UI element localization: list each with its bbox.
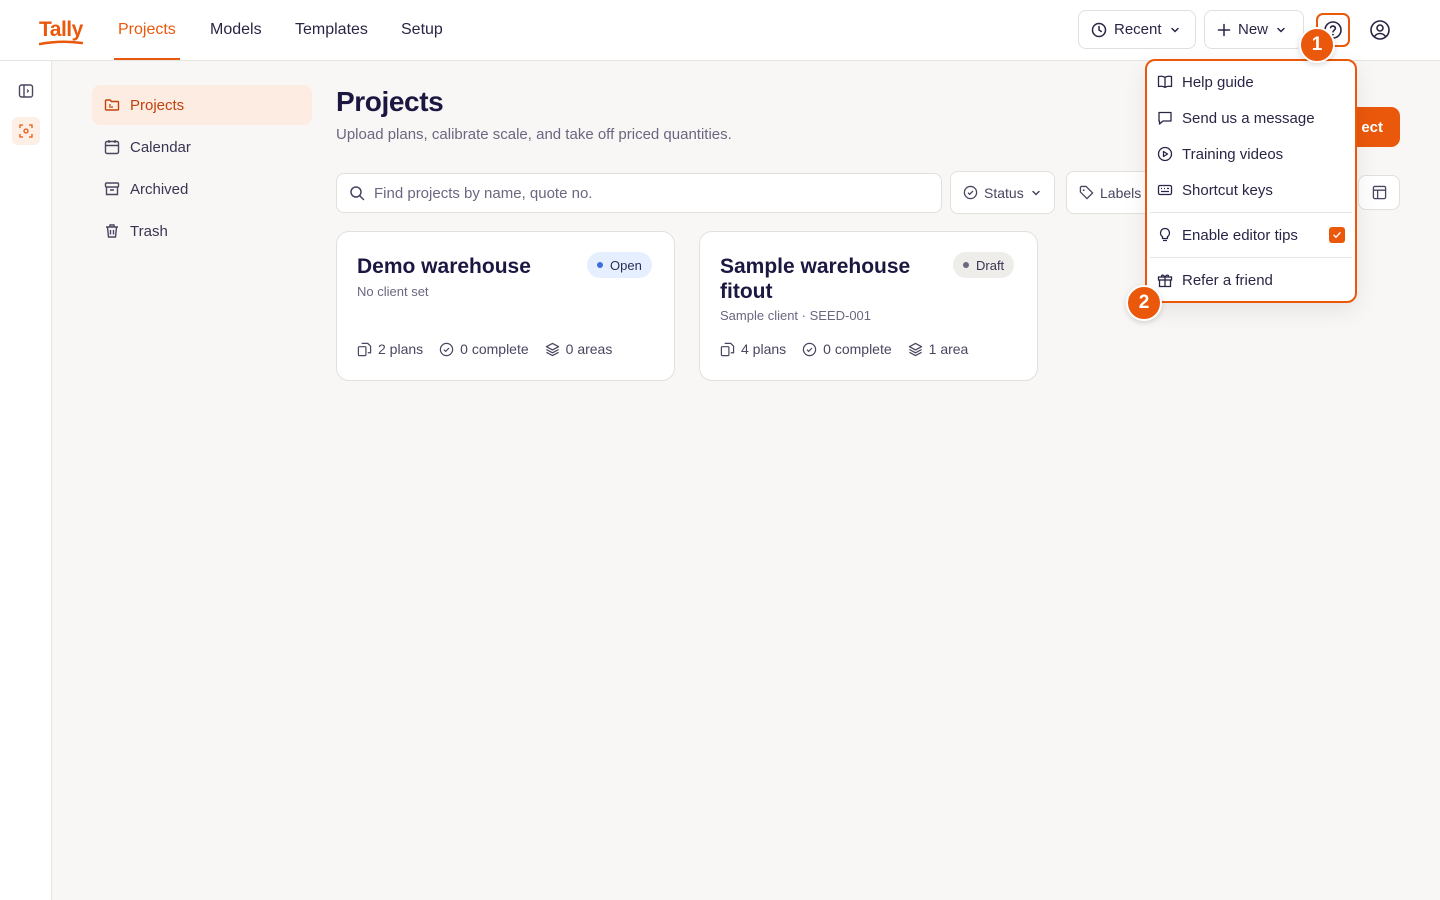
menu-item-shortcut-keys[interactable]: Shortcut keys — [1157, 173, 1345, 207]
account-button[interactable] — [1366, 16, 1394, 44]
labels-filter-label: Labels — [1100, 184, 1142, 201]
project-client: No client set — [357, 284, 429, 299]
book-icon — [1157, 75, 1173, 89]
sidebar-item-label: Trash — [130, 222, 168, 240]
project-card[interactable]: Sample warehouse fitout Draft Sample cli… — [699, 231, 1038, 381]
lightbulb-icon — [1159, 227, 1171, 242]
plans-icon — [357, 342, 372, 356]
check-circle-icon — [439, 342, 454, 356]
top-bar: Tally Projects Models Templates Setup Re… — [0, 0, 1440, 61]
sidebar-item-label: Calendar — [130, 138, 191, 156]
search-input[interactable] — [374, 184, 914, 202]
tag-icon — [1079, 185, 1094, 200]
status-dot — [597, 262, 603, 268]
user-circle-icon — [1370, 20, 1390, 40]
menu-item-help-guide[interactable]: Help guide — [1157, 65, 1345, 99]
sidebar-item-label: Projects — [130, 96, 185, 114]
project-stats: 2 plans 0 complete 0 areas — [357, 341, 612, 357]
clock-icon — [1091, 22, 1107, 37]
complete-count: 0 complete — [460, 341, 529, 357]
sidebar-item-projects[interactable]: Projects — [92, 85, 312, 125]
recent-label: Recent — [1114, 21, 1162, 38]
project-search[interactable] — [336, 173, 942, 213]
check-circle-icon — [802, 342, 817, 356]
status-filter-button[interactable]: Status — [950, 171, 1055, 214]
chevron-down-icon — [1031, 190, 1040, 196]
menu-item-label: Send us a message — [1182, 109, 1315, 127]
status-label: Draft — [976, 257, 1005, 273]
sidebar-item-trash[interactable]: Trash — [92, 211, 312, 251]
menu-item-label: Training videos — [1182, 145, 1284, 163]
takeoff-rail-button[interactable] — [12, 117, 40, 145]
new-label: New — [1238, 21, 1269, 38]
play-circle-icon — [1157, 146, 1173, 162]
layout-view-button[interactable] — [1358, 175, 1400, 210]
plans-count: 4 plans — [741, 341, 787, 357]
project-title: Demo warehouse — [357, 255, 531, 278]
menu-item-label: Help guide — [1182, 73, 1254, 91]
app-logo[interactable]: Tally — [39, 18, 83, 42]
menu-item-label: Refer a friend — [1182, 271, 1273, 289]
scan-icon — [19, 124, 33, 138]
project-title: Sample warehouse fitout — [720, 255, 911, 303]
menu-item-label: Shortcut keys — [1182, 181, 1273, 199]
gift-icon — [1157, 274, 1173, 288]
tab-templates[interactable]: Templates — [291, 0, 372, 60]
keyboard-icon — [1157, 184, 1173, 196]
table-layout-icon — [1372, 185, 1386, 200]
logo-underline — [39, 40, 83, 46]
help-menu: Help guide Send us a message Training vi… — [1145, 59, 1357, 303]
status-badge: Open — [587, 252, 652, 278]
project-card[interactable]: Demo warehouse Open No client set 2 plan… — [336, 231, 675, 381]
sidebar-item-calendar[interactable]: Calendar — [92, 127, 312, 167]
menu-divider — [1150, 212, 1352, 213]
project-stats: 4 plans 0 complete 1 area — [720, 341, 968, 357]
recent-button[interactable]: Recent — [1078, 10, 1196, 49]
chevron-down-icon — [1277, 27, 1285, 33]
status-badge: Draft — [953, 252, 1015, 278]
search-icon — [350, 186, 365, 201]
plans-icon — [720, 342, 735, 356]
message-icon — [1158, 111, 1172, 125]
plus-icon — [1217, 23, 1231, 36]
page-title: Projects — [336, 86, 444, 117]
annotation-marker-2: 2 — [1126, 285, 1162, 321]
left-rail — [0, 61, 52, 900]
calendar-icon — [104, 140, 120, 155]
annotation-marker-1: 1 — [1299, 27, 1335, 63]
menu-item-refer-friend[interactable]: Refer a friend — [1157, 263, 1345, 297]
sidebar-toggle-icon — [18, 84, 34, 98]
status-dot — [963, 262, 969, 268]
sidebar-item-archived[interactable]: Archived — [92, 169, 312, 209]
folder-icon — [104, 99, 120, 111]
new-button[interactable]: New — [1204, 10, 1304, 49]
tab-setup[interactable]: Setup — [397, 0, 447, 60]
tab-models[interactable]: Models — [206, 0, 266, 60]
areas-count: 0 areas — [565, 341, 613, 357]
archive-icon — [104, 182, 120, 196]
layers-icon — [908, 342, 922, 356]
project-client: Sample client · SEED-001 — [720, 308, 872, 323]
trash-icon — [106, 224, 118, 238]
complete-count: 0 complete — [823, 341, 892, 357]
page-subtitle: Upload plans, calibrate scale, and take … — [336, 126, 732, 143]
check-circle-icon — [963, 185, 978, 200]
plans-count: 2 plans — [378, 341, 424, 357]
menu-item-editor-tips[interactable]: Enable editor tips — [1157, 218, 1345, 252]
check-icon — [1333, 232, 1341, 239]
menu-divider — [1150, 257, 1352, 258]
tab-projects[interactable]: Projects — [114, 0, 180, 60]
menu-item-send-message[interactable]: Send us a message — [1157, 101, 1345, 135]
sidebar-toggle-button[interactable] — [12, 77, 40, 105]
sidebar-item-label: Archived — [130, 180, 189, 198]
status-filter-label: Status — [984, 184, 1024, 201]
chevron-down-icon — [1170, 27, 1179, 33]
areas-count: 1 area — [928, 341, 969, 357]
menu-item-label: Enable editor tips — [1182, 226, 1298, 244]
editor-tips-checkbox[interactable] — [1329, 227, 1345, 243]
layers-icon — [545, 342, 559, 356]
status-label: Open — [610, 257, 642, 273]
menu-item-training-videos[interactable]: Training videos — [1157, 137, 1345, 171]
